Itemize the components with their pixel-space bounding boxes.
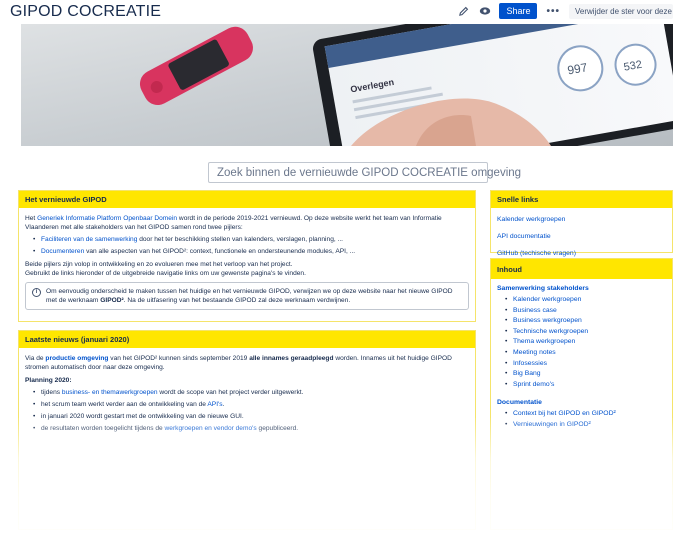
stakeholders-list: Kalender werkgroepen Business case Busin… <box>497 295 666 390</box>
apis-link[interactable]: API's <box>207 401 222 408</box>
news-bold-text: alle innames geraadpleegd <box>249 355 334 362</box>
list-item: Documenteren van alle aspecten van het G… <box>25 247 469 256</box>
list-item: in januari 2020 wordt gestart met de ont… <box>25 412 469 421</box>
documentation-list: Context bij het GIPOD en GIPOD² Vernieuw… <box>497 409 666 430</box>
list-item-text: . <box>222 401 225 408</box>
intro-panel-body: Het Generiek Informatie Platform Openbaa… <box>19 208 475 316</box>
navigation-note: Gebruikt de links hieronder of de uitgeb… <box>25 270 306 277</box>
list-item-text: wordt de scope van het project verder ui… <box>157 389 304 396</box>
edit-icon[interactable] <box>455 3 471 19</box>
info-text: . Na de uitfasering van het bestaande GI… <box>123 297 351 304</box>
list-item-text: gepubliceerd. <box>256 425 299 432</box>
intro-panel: Het vernieuwde GIPOD Het Generiek Inform… <box>18 190 476 322</box>
contents-item[interactable]: Technische werkgroepen <box>497 327 666 338</box>
contents-item[interactable]: Sprint demo's <box>497 380 666 391</box>
intro-text: Het <box>25 215 38 222</box>
share-button[interactable]: Share <box>499 3 538 19</box>
contents-item[interactable]: Thema werkgroepen <box>497 337 666 348</box>
quick-links-panel: Snelle links Kalender werkgroepen API do… <box>490 190 673 257</box>
contents-item[interactable]: Business werkgroepen <box>497 316 666 327</box>
more-actions-button[interactable]: ••• <box>543 6 563 17</box>
contents-item[interactable]: Kalender werkgroepen <box>497 295 666 306</box>
intro-paragraph: Het Generiek Informatie Platform Openbaa… <box>25 214 469 232</box>
search-placeholder: Zoek binnen de vernieuwde GIPOD COCREATI… <box>217 166 522 179</box>
space-search-input[interactable]: Zoek binnen de vernieuwde GIPOD COCREATI… <box>208 162 521 183</box>
quick-links-title: Snelle links <box>491 191 672 208</box>
page-header: GIPOD COCREATIE Share ••• Verwijder de s… <box>0 0 673 24</box>
list-item: de resultaten worden toegelicht tijdens … <box>25 424 469 433</box>
document-link[interactable]: Documenteren <box>41 248 84 255</box>
intro-panel-title: Het vernieuwde GIPOD <box>19 191 475 208</box>
news-panel-body: Via de productie omgeving van het GIPOD²… <box>19 348 475 443</box>
contents-body: Samenwerking stakeholders Kalender werkg… <box>491 279 672 445</box>
production-link[interactable]: productie omgeving <box>45 355 108 362</box>
contents-panel: Inhoud Samenwerking stakeholders Kalende… <box>490 258 673 530</box>
info-workname: GIPOD² <box>100 297 124 304</box>
list-item-text: van alle aspecten van het GIPOD²: contex… <box>84 248 356 255</box>
contents-section-stakeholders[interactable]: Samenwerking stakeholders <box>497 284 666 293</box>
contents-item[interactable]: Infosessies <box>497 359 666 370</box>
demos-link[interactable]: werkgroepen en vendor demo's <box>165 425 257 432</box>
page-title: GIPOD COCREATIE <box>10 3 162 20</box>
list-item-text: het scrum team werkt verder aan de ontwi… <box>41 401 208 408</box>
contents-section-documentation[interactable]: Documentatie <box>497 398 666 407</box>
planning-heading: Planning 2020: <box>25 377 72 384</box>
gipod-link[interactable]: Generiek Informatie Platform Openbaar Do… <box>37 215 177 222</box>
quick-link-api-docs[interactable]: API documentatie <box>497 233 551 240</box>
news-panel: Laatste nieuws (januari 2020) Via de pro… <box>18 330 476 530</box>
contents-item[interactable]: Vernieuwingen in GIPOD² <box>497 420 666 431</box>
contents-item[interactable]: Meeting notes <box>497 348 666 359</box>
list-item: het scrum team werkt verder aan de ontwi… <box>25 400 469 409</box>
unstar-space-button[interactable]: Verwijder de ster voor deze space <box>569 3 673 19</box>
list-item-text: de resultaten worden toegelicht tijdens … <box>41 425 165 432</box>
info-callout: i Om eenvoudig onderscheid te maken tuss… <box>25 282 469 310</box>
list-item-text: door het ter beschikking stellen van kal… <box>137 236 344 243</box>
workgroups-link[interactable]: business- en themawerkgroepen <box>62 389 158 396</box>
facilitate-link[interactable]: Faciliteren van de samenwerking <box>41 236 137 243</box>
list-item: tijdens business- en themawerkgroepen wo… <box>25 388 469 397</box>
watch-icon[interactable] <box>477 3 493 19</box>
news-text: van het GIPOD² kunnen sinds september 20… <box>108 355 250 362</box>
info-icon: i <box>32 288 41 297</box>
planning-list: tijdens business- en themawerkgroepen wo… <box>25 388 469 433</box>
contents-title: Inhoud <box>491 259 672 279</box>
hero-photo: Overlegen 997 532 <box>21 20 673 146</box>
pillars-note: Beide pijlers zijn volop in ontwikkeling… <box>25 261 293 268</box>
contents-item[interactable]: Business case <box>497 306 666 317</box>
pillars-list: Faciliteren van de samenwerking door het… <box>25 235 469 256</box>
hero-banner-image: Overlegen 997 532 <box>21 20 673 146</box>
list-item: Faciliteren van de samenwerking door het… <box>25 235 469 244</box>
contents-item[interactable]: Big Bang <box>497 369 666 380</box>
page-actions: Share ••• Verwijder de ster voor deze sp… <box>455 3 673 19</box>
contents-item[interactable]: Context bij het GIPOD en GIPOD² <box>497 409 666 420</box>
news-panel-title: Laatste nieuws (januari 2020) <box>19 331 475 348</box>
quick-link-github[interactable]: GitHub (techische vragen) <box>497 250 576 257</box>
quick-link-calendar[interactable]: Kalender werkgroepen <box>497 216 565 223</box>
news-paragraph: Via de productie omgeving van het GIPOD²… <box>25 354 469 372</box>
list-item-text: tijdens <box>41 389 62 396</box>
news-text: Via de <box>25 355 46 362</box>
